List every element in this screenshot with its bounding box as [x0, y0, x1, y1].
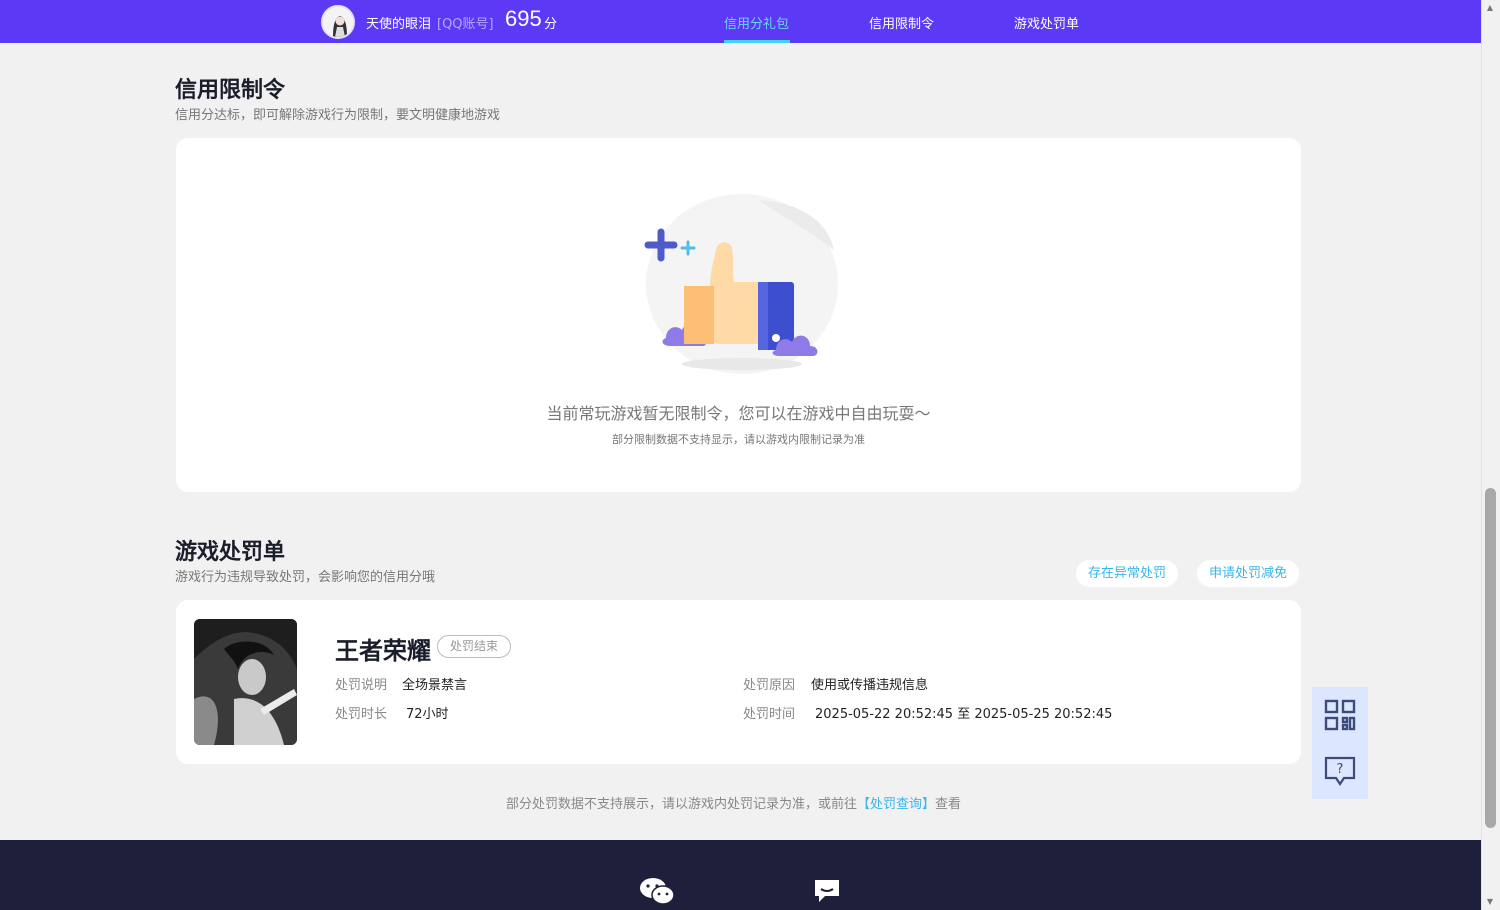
- penalty-footnote: 部分处罚数据不支持展示，请以游戏内处罚记录为准，或前往【处罚查询】查看: [506, 793, 961, 812]
- game-thumbnail-image: [194, 619, 297, 745]
- top-nav-bar: 天使的眼泪 [QQ账号] 695 分 信用分礼包 信用限制令 游戏处罚单: [0, 0, 1481, 43]
- qr-code-button[interactable]: [1312, 687, 1368, 743]
- penalty-reason-label: 处罚原因: [743, 678, 796, 693]
- credit-score: 695: [505, 6, 542, 31]
- scroll-down-arrow-icon[interactable]: ▼: [1484, 896, 1496, 908]
- game-name: 王者荣耀: [335, 637, 431, 665]
- account-type-label: [QQ账号]: [437, 17, 494, 32]
- penalty-footnote-text: 部分处罚数据不支持展示，请以游戏内处罚记录为准，或前往: [506, 797, 858, 812]
- tab-credit-restriction[interactable]: 信用限制令: [869, 13, 934, 32]
- abnormal-penalty-button[interactable]: 存在异常处罚: [1076, 560, 1179, 587]
- help-chat-icon: ?: [1324, 756, 1356, 786]
- penalty-duration-value: 72小时: [406, 707, 449, 722]
- penalty-query-link[interactable]: 【处罚查询】: [857, 797, 935, 812]
- penalty-section-subtitle: 游戏行为违规导致处罚，会影响您的信用分哦: [175, 570, 436, 585]
- wechat-icon[interactable]: [639, 876, 675, 906]
- penalty-time-value: 2025-05-22 20:52:45 至 2025-05-25 20:52:4…: [815, 707, 1113, 722]
- penalty-desc-value: 全场景禁言: [402, 678, 468, 693]
- scrollbar-thumb[interactable]: [1485, 488, 1496, 828]
- help-button[interactable]: ?: [1312, 743, 1368, 799]
- username: 天使的眼泪: [366, 17, 432, 32]
- penalty-reason-value: 使用或传播违规信息: [811, 678, 929, 693]
- credit-score-unit: 分: [544, 17, 558, 32]
- message-icon[interactable]: [813, 878, 841, 904]
- tab-game-penalty[interactable]: 游戏处罚单: [1014, 13, 1079, 32]
- active-tab-indicator: [724, 40, 790, 43]
- apply-reduction-button[interactable]: 申请处罚减免: [1197, 560, 1300, 587]
- penalty-desc-label: 处罚说明: [335, 678, 388, 693]
- empty-restriction-message: 当前常玩游戏暂无限制令，您可以在游戏中自由玩耍～: [546, 404, 931, 423]
- penalty-time-label: 处罚时间: [743, 707, 796, 722]
- restriction-card: 当前常玩游戏暂无限制令，您可以在游戏中自由玩耍～ 部分限制数据不支持显示，请以游…: [176, 138, 1301, 492]
- empty-restriction-note: 部分限制数据不支持显示，请以游戏内限制记录为准: [612, 433, 865, 446]
- restriction-section-subtitle: 信用分达标，即可解除游戏行为限制，要文明健康地游戏: [175, 108, 501, 123]
- tab-credit-gift[interactable]: 信用分礼包: [724, 13, 789, 32]
- restriction-section-title: 信用限制令: [175, 78, 286, 103]
- penalty-section-title: 游戏处罚单: [175, 540, 286, 565]
- thumbs-up-illustration: [644, 194, 838, 374]
- penalty-footnote-suffix: 查看: [935, 797, 962, 812]
- scroll-up-arrow-icon[interactable]: ▲: [1484, 2, 1496, 14]
- penalty-duration-label: 处罚时长: [335, 707, 388, 722]
- qr-code-icon: [1324, 699, 1356, 731]
- penalty-record-card: 王者荣耀 处罚结束 处罚说明 全场景禁言 处罚原因 使用或传播违规信息 处罚时长…: [176, 600, 1301, 764]
- penalty-status-badge: 处罚结束: [437, 635, 512, 658]
- user-avatar[interactable]: [321, 5, 355, 39]
- svg-text:?: ?: [1337, 762, 1344, 777]
- page-footer: [0, 840, 1481, 910]
